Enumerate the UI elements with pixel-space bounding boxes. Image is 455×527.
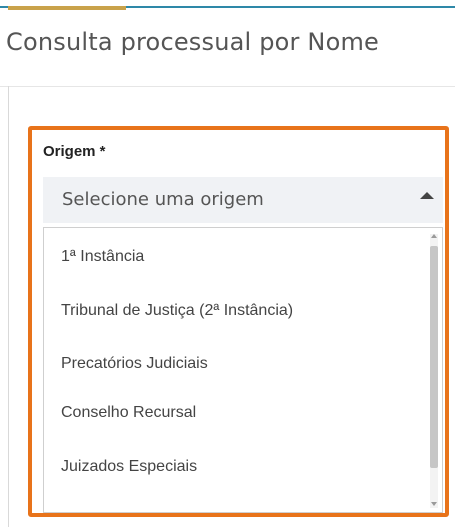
scroll-thumb[interactable] xyxy=(430,246,438,468)
content-left-border xyxy=(8,86,9,527)
dropdown-scrollbar[interactable] xyxy=(430,234,438,508)
page-title: Consulta processual por Nome xyxy=(6,28,380,56)
option-juizados-especiais[interactable]: Juizados Especiais xyxy=(61,458,197,476)
origem-select-placeholder: Selecione uma origem xyxy=(62,189,264,210)
scroll-down-arrow-icon[interactable] xyxy=(431,502,437,506)
option-tribunal-de-justica[interactable]: Tribunal de Justiça (2ª Instância) xyxy=(61,302,293,320)
option-primeira-instancia[interactable]: 1ª Instância xyxy=(61,248,144,266)
top-bar xyxy=(0,0,455,12)
title-divider xyxy=(0,86,455,87)
option-precatorios-judiciais[interactable]: Precatórios Judiciais xyxy=(61,355,208,373)
scroll-up-arrow-icon[interactable] xyxy=(431,234,437,238)
caret-up-icon[interactable] xyxy=(420,192,434,199)
origem-select[interactable]: Selecione uma origem xyxy=(43,177,443,223)
origem-label: Origem * xyxy=(43,143,106,160)
origem-dropdown-list[interactable]: 1ª Instância Tribunal de Justiça (2ª Ins… xyxy=(43,227,443,513)
option-conselho-recursal[interactable]: Conselho Recursal xyxy=(61,404,196,422)
top-accent-gold xyxy=(8,6,126,10)
